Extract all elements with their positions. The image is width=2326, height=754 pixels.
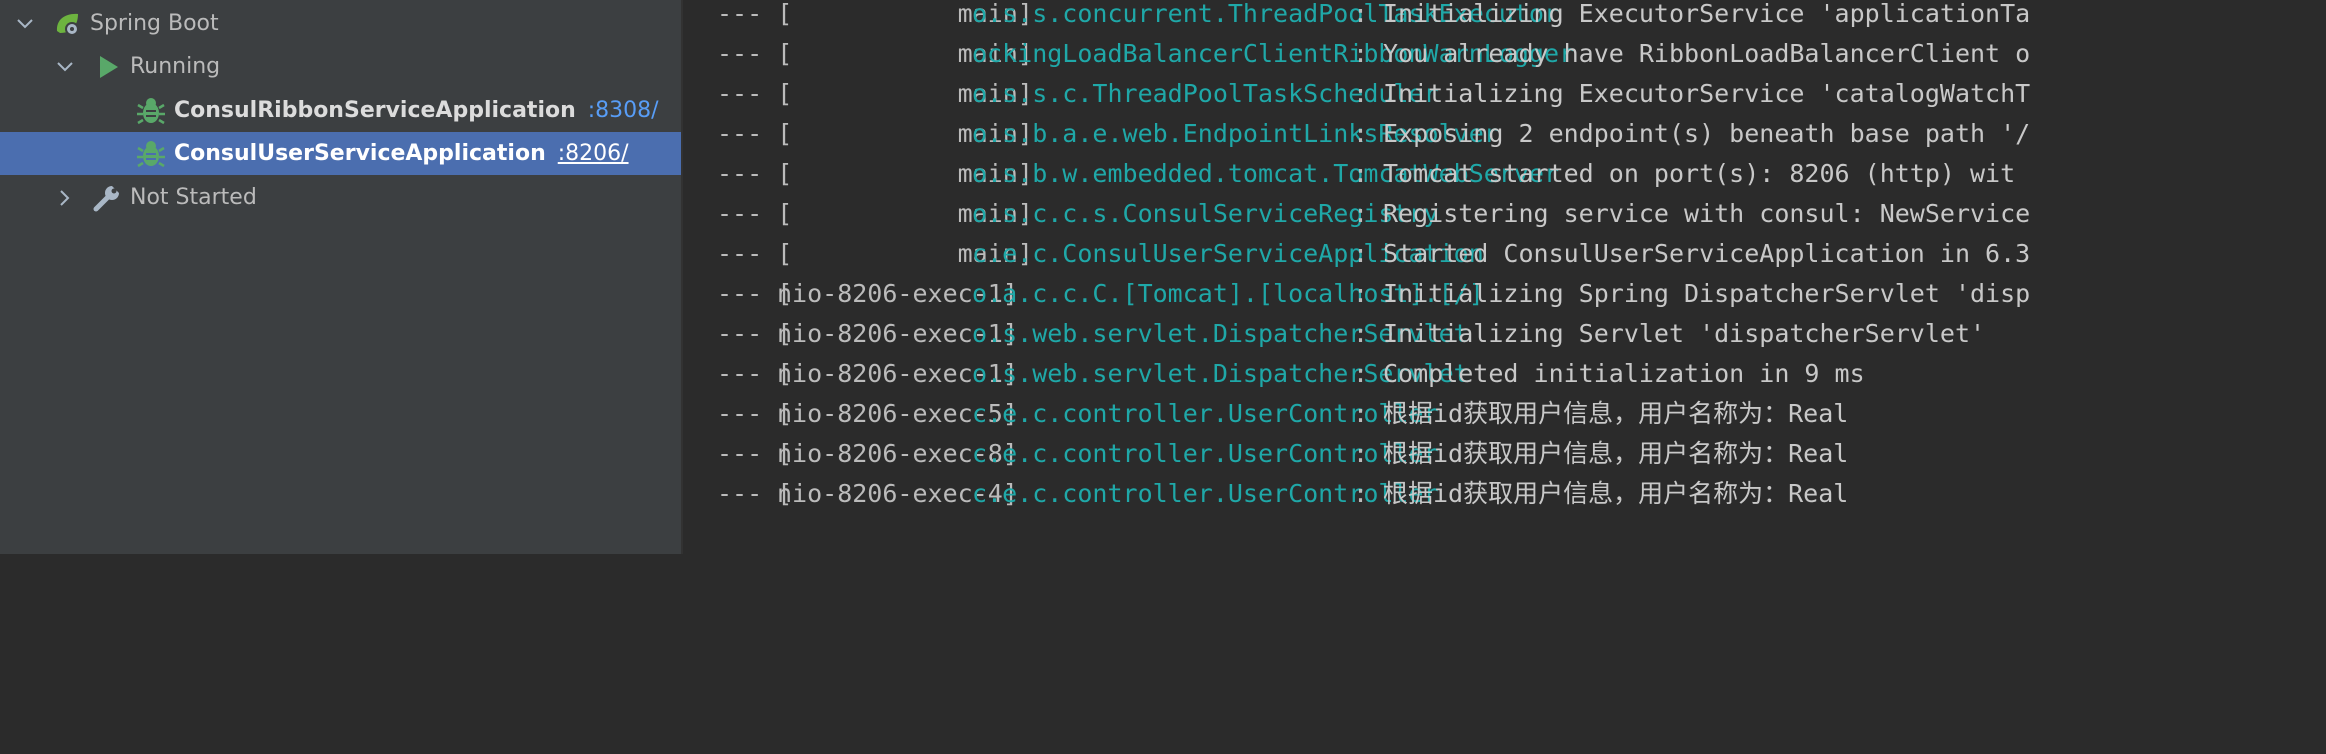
log-line: --- [ main] c.e.c.ConsulUserServiceAppli… (717, 234, 2030, 274)
log-prefix: --- [ (717, 199, 793, 228)
tree-node-spring-boot[interactable]: Spring Boot (0, 2, 681, 45)
log-logger: c.e.c.controller.UserController (972, 479, 1439, 508)
tree-node-label: Spring Boot (90, 11, 219, 36)
port-link[interactable]: :8206/ (558, 141, 629, 166)
log-separator: : (1353, 199, 1369, 228)
log-message: Initializing Servlet 'dispatcherServlet' (1383, 319, 1986, 348)
log-message: Started ConsulUserServiceApplication in … (1383, 239, 2031, 268)
log-message: 根据id获取用户信息，用户名称为：Real (1383, 479, 1849, 508)
log-message: 根据id获取用户信息，用户名称为：Real (1383, 439, 1849, 468)
log-prefix: --- [ (717, 159, 793, 188)
log-line: --- [ nio-8206-exec-1] o.a.c.c.C.[Tomcat… (717, 274, 2030, 314)
tree-node-label: Not Started (130, 185, 257, 210)
log-line: --- [ nio-8206-exec-5] c.e.c.controller.… (717, 394, 1848, 434)
log-logger: c.e.c.controller.UserController (972, 439, 1439, 468)
log-separator: : (1353, 479, 1369, 508)
log-separator: : (1353, 119, 1369, 148)
log-separator: : (1353, 279, 1369, 308)
run-icon (92, 52, 122, 82)
log-message: You already have RibbonLoadBalancerClien… (1383, 39, 2031, 68)
log-separator: : (1353, 39, 1369, 68)
chevron-down-icon[interactable] (14, 13, 36, 35)
log-prefix: --- [ (717, 79, 793, 108)
debug-bug-icon (136, 139, 166, 169)
log-prefix: --- [ (717, 0, 793, 28)
log-prefix: --- [ (717, 239, 793, 268)
log-separator: : (1353, 319, 1369, 348)
log-message: Initializing Spring DispatcherServlet 'd… (1383, 279, 2031, 308)
log-line: --- [ main] o.s.s.concurrent.ThreadPoolT… (717, 0, 2030, 34)
log-message: Initializing ExecutorService 'applicatio… (1383, 0, 2031, 28)
chevron-down-icon[interactable] (54, 56, 76, 78)
spring-boot-icon (52, 9, 82, 39)
log-line: --- [ main] o.s.b.w.embedded.tomcat.Tomc… (717, 154, 2015, 194)
app-name: ConsulRibbonServiceApplication (174, 98, 576, 123)
log-message: 根据id获取用户信息，用户名称为：Real (1383, 399, 1849, 428)
log-separator: : (1353, 359, 1369, 388)
tree-app-consul-user[interactable]: ConsulUserServiceApplication :8206/ (0, 132, 681, 175)
log-line: --- [ nio-8206-exec-1] o.s.web.servlet.D… (717, 314, 1985, 354)
port-link[interactable]: :8308/ (588, 98, 659, 123)
log-prefix: --- [ (717, 39, 793, 68)
log-line: --- [ nio-8206-exec-1] o.s.web.servlet.D… (717, 354, 1865, 394)
log-separator: : (1353, 159, 1369, 188)
log-message: Completed initialization in 9 ms (1383, 359, 1865, 388)
log-line: --- [ main] o.s.c.c.s.ConsulServiceRegis… (717, 194, 2030, 234)
log-separator: : (1353, 439, 1369, 468)
log-line: --- [ main] o.s.b.a.e.web.EndpointLinksR… (717, 114, 2030, 154)
console-output[interactable]: --- [ main] o.s.s.concurrent.ThreadPoolT… (683, 0, 2326, 554)
log-message: Initializing ExecutorService 'catalogWat… (1383, 79, 2031, 108)
tree-node-running[interactable]: Running (0, 45, 681, 88)
services-tree: Spring Boot Running ConsulRibbonServiceA… (0, 0, 681, 554)
log-separator: : (1353, 79, 1369, 108)
app-name: ConsulUserServiceApplication (174, 141, 546, 166)
log-prefix: --- [ (717, 119, 793, 148)
debug-bug-icon (136, 96, 166, 126)
log-line: --- [ nio-8206-exec-4] c.e.c.controller.… (717, 474, 1848, 514)
log-logger: c.e.c.controller.UserController (972, 399, 1439, 428)
log-separator: : (1353, 239, 1369, 268)
wrench-icon (92, 183, 122, 213)
log-line: --- [ main] ockingLoadBalancerClientRibb… (717, 34, 2030, 74)
tree-node-not-started[interactable]: Not Started (0, 176, 681, 219)
log-line: --- [ nio-8206-exec-8] c.e.c.controller.… (717, 434, 1848, 474)
log-message: Tomcat started on port(s): 8206 (http) w… (1383, 159, 2016, 188)
log-separator: : (1353, 399, 1369, 428)
log-logger: o.s.s.c.ThreadPoolTaskScheduler (972, 79, 1439, 108)
log-separator: : (1353, 0, 1369, 28)
tree-node-label: Running (130, 54, 221, 79)
chevron-right-icon[interactable] (54, 187, 76, 209)
log-line: --- [ main] o.s.s.c.ThreadPoolTaskSchedu… (717, 74, 2030, 114)
log-logger: o.s.c.c.s.ConsulServiceRegistry (972, 199, 1439, 228)
tree-app-consul-ribbon[interactable]: ConsulRibbonServiceApplication :8308/ (0, 89, 681, 132)
log-message: Registering service with consul: NewServ… (1383, 199, 2031, 228)
log-message: Exposing 2 endpoint(s) beneath base path… (1383, 119, 2031, 148)
